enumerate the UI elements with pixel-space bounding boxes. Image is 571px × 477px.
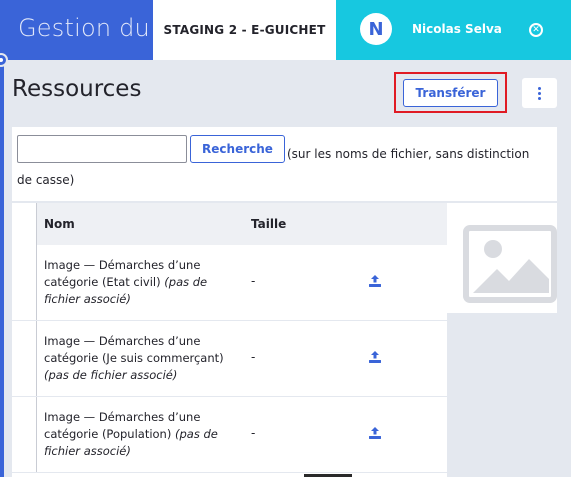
table-row[interactable]: Image — Démarches d’une catégorie (Popul… — [12, 397, 447, 473]
upload-icon[interactable] — [369, 427, 381, 439]
avatar[interactable]: N — [360, 13, 392, 45]
app-title-area: Gestion du portail — [0, 0, 153, 60]
search-panel: (sur les noms de fichier, sans distincti… — [12, 127, 557, 201]
close-icon[interactable]: ✕ — [529, 23, 543, 37]
top-bar: Gestion du portail STAGING 2 - E-GUICHET… — [0, 0, 571, 60]
row-name: Image — Démarches d’une catégorie (Je su… — [44, 334, 224, 382]
row-note: (pas de fichier associé) — [44, 368, 178, 382]
image-preview — [447, 203, 557, 313]
upload-icon[interactable] — [369, 275, 381, 287]
more-options-button[interactable] — [522, 78, 557, 108]
kebab-menu-icon — [538, 86, 541, 100]
resources-table: Nom Taille Image — Démarches d’une catég… — [12, 203, 447, 477]
row-size: - — [251, 426, 256, 440]
column-header-size[interactable]: Taille — [251, 217, 286, 231]
row-select-cell[interactable] — [12, 321, 37, 396]
transfer-button[interactable]: Transférer — [403, 79, 498, 107]
row-select-cell[interactable] — [12, 245, 37, 320]
row-name: Image — Démarches d’une catégorie (Etat … — [44, 258, 208, 306]
row-size: - — [251, 274, 256, 288]
row-name: Image — Démarches d’une catégorie (Popul… — [44, 410, 218, 458]
table-header: Nom Taille — [12, 203, 447, 245]
user-name[interactable]: Nicolas Selva — [412, 22, 502, 36]
row-select-cell[interactable] — [12, 397, 37, 472]
image-placeholder-icon — [463, 225, 557, 303]
header-select-cell[interactable] — [12, 203, 37, 245]
row-size: - — [251, 350, 256, 364]
table-row[interactable]: Image — Démarches d’une catégorie (Etat … — [12, 245, 447, 321]
search-input[interactable] — [17, 135, 187, 163]
environment-label: STAGING 2 - E-GUICHET — [163, 23, 326, 37]
gear-icon[interactable] — [0, 53, 8, 67]
left-accent-strip — [0, 60, 4, 477]
column-header-name[interactable]: Nom — [44, 217, 75, 231]
app-title: Gestion du portail — [18, 14, 153, 42]
page-title: Ressources — [12, 76, 142, 102]
table-row[interactable]: Image — Démarches d’une catégorie (Je su… — [12, 321, 447, 397]
environment-tab[interactable]: STAGING 2 - E-GUICHET — [153, 0, 336, 60]
upload-icon[interactable] — [369, 351, 381, 363]
user-area: N Nicolas Selva ✕ — [336, 0, 571, 60]
search-button[interactable]: Recherche — [190, 135, 285, 163]
